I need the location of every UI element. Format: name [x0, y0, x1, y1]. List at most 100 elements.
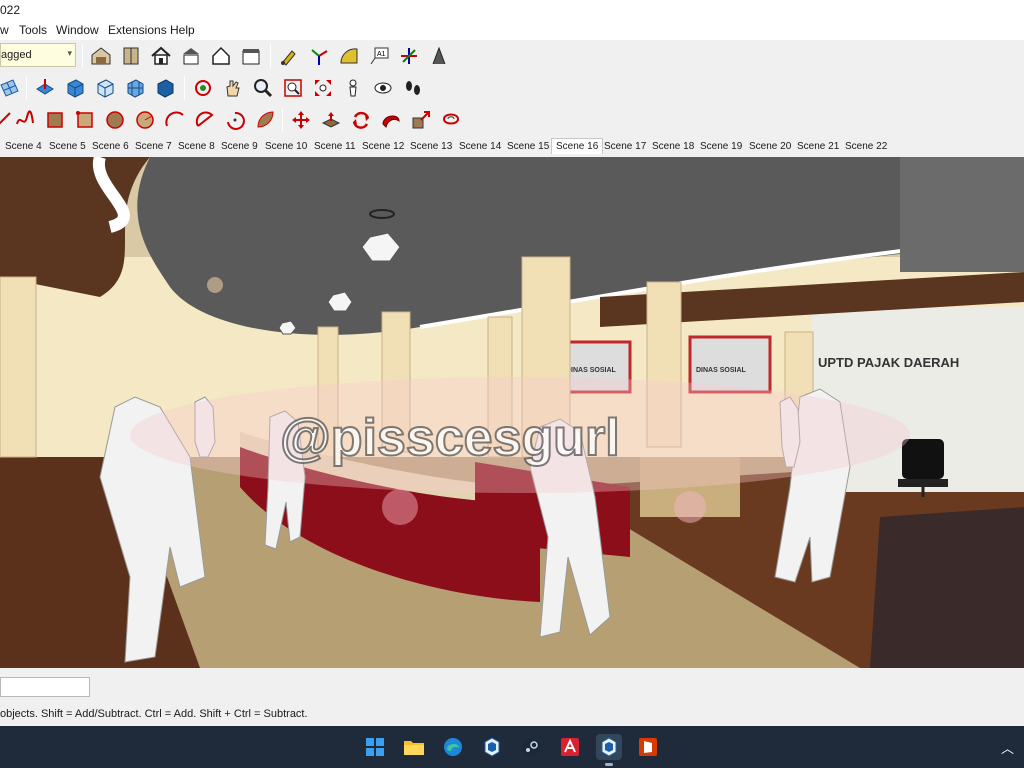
edge-browser-icon[interactable]: [440, 734, 466, 760]
steam-icon[interactable]: [518, 734, 544, 760]
orbit-icon[interactable]: [190, 75, 216, 101]
offset-icon[interactable]: [438, 107, 464, 133]
windows-taskbar: ︿: [0, 726, 1024, 768]
tab-scene-20[interactable]: Scene 20: [745, 139, 795, 155]
tab-scene-17[interactable]: Scene 17: [600, 139, 650, 155]
box-grid-icon[interactable]: [122, 75, 148, 101]
toolbar-separator: [184, 76, 185, 100]
protractor-icon[interactable]: [336, 43, 362, 69]
toolbar-separator: [82, 44, 83, 68]
tag-dropdown[interactable]: agged ▾: [0, 43, 76, 67]
scene-tabs: Scene 4 Scene 5 Scene 6 Scene 7 Scene 8 …: [0, 137, 1024, 156]
walk-icon[interactable]: [400, 75, 426, 101]
chevron-down-icon: ▾: [67, 48, 72, 58]
autocad-icon[interactable]: [557, 734, 583, 760]
axes-icon[interactable]: [306, 43, 332, 69]
office-chair-seat: [898, 479, 948, 487]
tag-dropdown-value: agged: [1, 49, 32, 61]
sketchup-icon[interactable]: [479, 734, 505, 760]
watermark-text: @pisscesgurl: [280, 409, 620, 467]
menu-tools[interactable]: Tools: [19, 23, 47, 37]
tray-chevron-up-icon[interactable]: ︿: [1001, 738, 1014, 757]
look-around-icon[interactable]: [370, 75, 396, 101]
pan-icon[interactable]: [220, 75, 246, 101]
tab-scene-8[interactable]: Scene 8: [174, 139, 219, 155]
menu-extensions[interactable]: Extensions: [108, 23, 167, 37]
office-icon[interactable]: [635, 734, 661, 760]
home-icon[interactable]: [148, 43, 174, 69]
grid-icon[interactable]: [0, 75, 22, 101]
tab-scene-22[interactable]: Scene 22: [841, 139, 891, 155]
title-bar: 022: [0, 0, 1024, 20]
toolbar-separator: [26, 76, 27, 100]
tab-scene-9[interactable]: Scene 9: [217, 139, 262, 155]
windows-start-icon[interactable]: [362, 734, 388, 760]
polygon-icon[interactable]: [132, 107, 158, 133]
house-outline-icon[interactable]: [208, 43, 234, 69]
follow-me-icon[interactable]: [378, 107, 404, 133]
status-hint: objects. Shift = Add/Subtract. Ctrl = Ad…: [0, 708, 308, 720]
menu-window[interactable]: Window: [56, 23, 99, 37]
rectangle-icon[interactable]: [42, 107, 68, 133]
tab-scene-21[interactable]: Scene 21: [793, 139, 843, 155]
toolbar-row-3: [0, 104, 1024, 136]
rotate-icon[interactable]: [348, 107, 374, 133]
sketchup-window: 022 w Tools Window Extensions Help agged…: [0, 0, 1024, 768]
watermark-heart: [674, 491, 706, 523]
measurements-input[interactable]: [0, 677, 90, 697]
tab-scene-6[interactable]: Scene 6: [88, 139, 133, 155]
tab-scene-14[interactable]: Scene 14: [455, 139, 505, 155]
model-viewport[interactable]: UPTD PAJAK DAERAH DINAS SOSIAL DINAS SOS…: [0, 157, 1024, 668]
warehouse-icon[interactable]: [88, 43, 114, 69]
tab-scene-18[interactable]: Scene 18: [648, 139, 698, 155]
tab-scene-4[interactable]: Scene 4: [1, 139, 46, 155]
sketchup-active-icon[interactable]: [596, 734, 622, 766]
toolbar-row-2: [0, 72, 1024, 104]
arc-icon[interactable]: [162, 107, 188, 133]
tab-scene-16[interactable]: Scene 16: [551, 138, 604, 154]
file-explorer-icon[interactable]: [401, 734, 427, 760]
push-pull-icon[interactable]: [32, 75, 58, 101]
tab-scene-12[interactable]: Scene 12: [358, 139, 408, 155]
storefront-icon[interactable]: [238, 43, 264, 69]
ceiling-soffit-right: [900, 157, 1024, 272]
menu-bar: w Tools Window Extensions Help: [0, 20, 1024, 40]
arc-3pt-icon[interactable]: [222, 107, 248, 133]
tab-scene-19[interactable]: Scene 19: [696, 139, 746, 155]
menu-help[interactable]: Help: [170, 23, 195, 37]
toolbar-area: agged ▾ A1: [0, 40, 1024, 136]
position-camera-icon[interactable]: [340, 75, 366, 101]
freehand-icon[interactable]: [12, 107, 38, 133]
tab-scene-5[interactable]: Scene 5: [45, 139, 90, 155]
box-open-icon[interactable]: [92, 75, 118, 101]
measurements-panel: [0, 668, 1024, 706]
watermark-sparkle: [207, 277, 223, 293]
pie-icon[interactable]: [192, 107, 218, 133]
tab-scene-11[interactable]: Scene 11: [310, 139, 360, 155]
status-bar: objects. Shift = Add/Subtract. Ctrl = Ad…: [0, 706, 1024, 724]
tab-scene-10[interactable]: Scene 10: [261, 139, 311, 155]
tab-scene-13[interactable]: Scene 13: [406, 139, 456, 155]
window-title: 022: [0, 3, 21, 17]
box-solid-icon[interactable]: [152, 75, 178, 101]
paint-icon[interactable]: [276, 43, 302, 69]
house-open-icon[interactable]: [178, 43, 204, 69]
component-icon[interactable]: [118, 43, 144, 69]
axis-arrows-icon[interactable]: [396, 43, 422, 69]
zoom-icon[interactable]: [250, 75, 276, 101]
text-label-icon[interactable]: A1: [366, 43, 392, 69]
dimension-icon[interactable]: [426, 43, 452, 69]
box-blue-icon[interactable]: [62, 75, 88, 101]
zoom-window-icon[interactable]: [280, 75, 306, 101]
zoom-extents-icon[interactable]: [310, 75, 336, 101]
leaf-icon[interactable]: [252, 107, 278, 133]
tab-scene-7[interactable]: Scene 7: [131, 139, 176, 155]
push-pull-red-icon[interactable]: [318, 107, 344, 133]
toolbar-separator: [270, 44, 271, 68]
menu-view[interactable]: w: [0, 23, 9, 37]
move-icon[interactable]: [288, 107, 314, 133]
scale-icon[interactable]: [408, 107, 434, 133]
rotated-rect-icon[interactable]: [72, 107, 98, 133]
circle-icon[interactable]: [102, 107, 128, 133]
tab-scene-15[interactable]: Scene 15: [503, 139, 553, 155]
